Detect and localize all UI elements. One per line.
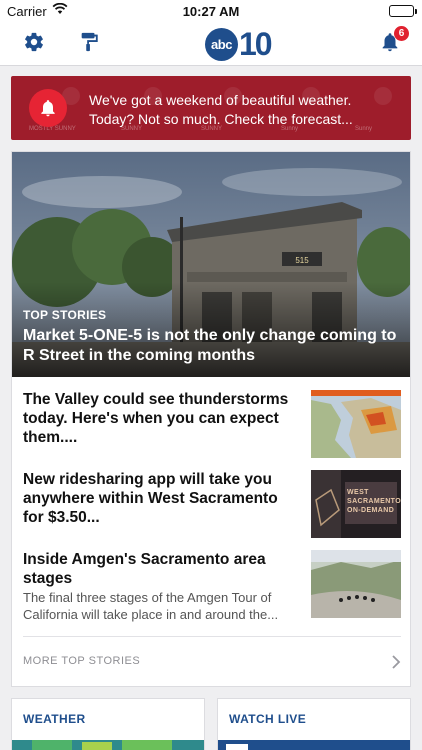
notification-badge: 6 [394, 26, 409, 41]
weather-alert-banner[interactable]: MOSTLY SUNNY SUNNY SUNNY Sunny Sunny We'… [11, 76, 411, 140]
story-thumbnail [311, 390, 401, 458]
settings-button[interactable] [20, 30, 48, 58]
hero-headline: Market 5-ONE-5 is not the only change co… [23, 327, 397, 364]
more-top-stories-label: MORE TOP STORIES [23, 655, 141, 667]
story-title: The Valley could see thunderstorms today… [23, 391, 289, 446]
weather-tile[interactable]: WEATHER [11, 698, 205, 750]
live-preview [218, 740, 410, 750]
alert-bg-label: MOSTLY SUNNY [29, 126, 76, 132]
abc10-logo: abc 10 [205, 26, 273, 62]
alert-message: We've got a weekend of beautiful weather… [89, 92, 353, 127]
status-bar: Carrier 10:27 AM [0, 0, 422, 22]
logo-number: 10 [239, 26, 273, 62]
building-sign-text: 515 [295, 256, 309, 265]
gear-icon [23, 31, 45, 58]
story-title: Inside Amgen's Sacramento area stages [23, 551, 266, 587]
section-label: TOP STORIES [23, 308, 107, 322]
story-description: The final three stages of the Amgen Tour… [23, 590, 279, 622]
theme-button[interactable] [75, 30, 103, 58]
thumbnail-text: WEST SACRAMENTO ON-DEMAND [347, 489, 401, 514]
hero-story[interactable]: 515 TOP STORIES Market 5-ONE-5 is not th… [12, 152, 410, 377]
story-item[interactable]: Inside Amgen's Sacramento area stages Th… [23, 550, 401, 626]
bell-icon [41, 100, 55, 117]
alert-icon [29, 89, 67, 127]
paint-roller-icon [78, 31, 100, 58]
more-top-stories-link[interactable]: MORE TOP STORIES [23, 636, 401, 688]
weather-map-preview [12, 740, 204, 750]
story-item[interactable]: New ridesharing app will take you anywhe… [23, 470, 401, 538]
watch-live-tile[interactable]: WATCH LIVE [217, 698, 411, 750]
weather-tile-label: WEATHER [23, 712, 86, 726]
navigation-bar: abc 10 6 [0, 22, 422, 66]
battery-icon [389, 5, 417, 17]
logo-abc: abc [205, 27, 238, 61]
story-item[interactable]: The Valley could see thunderstorms today… [23, 390, 401, 458]
story-thumbnail [311, 550, 401, 618]
story-title: New ridesharing app will take you anywhe… [23, 471, 278, 526]
story-thumbnail: WEST SACRAMENTO ON-DEMAND [311, 470, 401, 538]
watch-live-tile-label: WATCH LIVE [229, 712, 307, 726]
chevron-right-icon [391, 654, 401, 675]
top-stories-card: 515 TOP STORIES Market 5-ONE-5 is not th… [11, 151, 411, 687]
status-time: 10:27 AM [182, 4, 240, 19]
notifications-button[interactable]: 6 [376, 26, 409, 58]
